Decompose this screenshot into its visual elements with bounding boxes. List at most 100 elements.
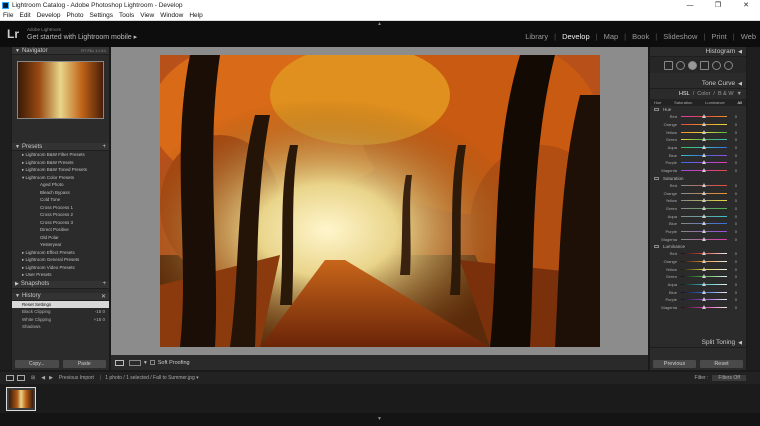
split-toning-header[interactable]: Split Toning ◀ [650,338,746,348]
slider-thumb[interactable] [702,228,706,233]
forward-arrow-icon[interactable]: ▶ [49,375,53,381]
hsl-slider-row[interactable]: Orange 0 [650,121,746,129]
navigator-header[interactable]: ▼ Navigator FIT FILL 1:1 3:1 [12,47,109,55]
module-slideshow[interactable]: Slideshow [663,32,697,41]
slider-thumb[interactable] [702,122,706,127]
slider-thumb[interactable] [702,305,706,310]
hsl-slider-row[interactable]: Purple 0 [650,296,746,304]
module-map[interactable]: Map [604,32,619,41]
history-header[interactable]: ▼ History ✕ [12,292,109,301]
module-library[interactable]: Library [525,32,548,41]
preset-item[interactable]: Cross Process 1 [12,204,109,212]
slider-value[interactable]: 0 [727,198,737,203]
preset-item[interactable]: Direct Positive [12,226,109,234]
slider-thumb[interactable] [702,152,706,157]
collapse-icon[interactable]: ▼ [737,91,742,97]
adjustment-brush-icon[interactable] [723,60,733,70]
close-button[interactable]: ✕ [732,1,760,9]
hsl-slider-row[interactable]: Red 0 [650,250,746,258]
preset-folder[interactable]: ▸ Lightroom B&W Presets [12,159,109,167]
main-photo[interactable] [160,55,600,347]
preset-folder[interactable]: ▸ User Presets [12,271,109,279]
slider-value[interactable]: 0 [727,160,737,165]
soft-proofing-checkbox[interactable] [149,360,155,365]
reset-button[interactable]: Reset [700,360,743,368]
history-item[interactable]: Shadows [12,323,109,331]
paste-button[interactable]: Paste [62,360,106,368]
slider-track[interactable] [681,160,727,165]
preset-folder[interactable]: ▸ Lightroom General Presets [12,256,109,264]
subtab-saturation[interactable]: Saturation [674,100,692,105]
filter-dropdown[interactable]: Filters Off [712,375,746,381]
snapshots-header[interactable]: ▶ Snapshots + [12,280,109,289]
slider-thumb[interactable] [702,251,706,256]
slider-track[interactable] [681,145,727,150]
slider-value[interactable]: 0 [727,274,737,279]
hsl-slider-row[interactable]: Blue 0 [650,220,746,228]
slider-value[interactable]: 0 [727,259,737,264]
navigator-preview[interactable] [17,61,104,119]
preset-item[interactable]: Aged Photo [12,181,109,189]
slider-value[interactable]: 0 [727,290,737,295]
module-book[interactable]: Book [632,32,649,41]
main-window-icon[interactable] [6,375,14,381]
hsl-slider-row[interactable]: Blue 0 [650,151,746,159]
slider-value[interactable]: 0 [727,191,737,196]
history-item[interactable]: White Clipping +15 0 [12,316,109,324]
hsl-slider-row[interactable]: Aqua 0 [650,281,746,289]
filmstrip-source[interactable]: Previous Import [59,375,94,381]
filmstrip-thumbnail[interactable] [6,387,36,411]
slider-thumb[interactable] [702,168,706,173]
slider-track[interactable] [681,213,727,218]
graduated-filter-icon[interactable] [699,60,709,70]
slider-track[interactable] [681,114,727,119]
hsl-slider-row[interactable]: Purple 0 [650,159,746,167]
slider-thumb[interactable] [702,145,706,150]
target-adjust-icon[interactable] [654,108,659,111]
slider-track[interactable] [681,236,727,241]
hsl-slider-row[interactable]: Orange 0 [650,258,746,266]
hsl-slider-row[interactable]: Magenta 0 [650,167,746,175]
slider-value[interactable]: 0 [727,251,737,256]
module-develop[interactable]: Develop [562,32,590,41]
hsl-slider-row[interactable]: Aqua 0 [650,212,746,220]
slider-track[interactable] [681,190,727,195]
slider-value[interactable]: 0 [727,122,737,127]
preset-item[interactable]: Cold Tone [12,196,109,204]
slider-thumb[interactable] [702,213,706,218]
menu-help[interactable]: Help [189,12,202,19]
slider-track[interactable] [681,289,727,294]
slider-track[interactable] [681,305,727,310]
second-window-icon[interactable] [17,375,25,381]
bottom-panel-toggle-icon[interactable]: ▼ [377,416,382,422]
right-panel-toggle-strip[interactable] [747,47,760,370]
hsl-slider-row[interactable]: Green 0 [650,205,746,213]
chevron-down-icon[interactable]: ▾ [144,360,147,366]
slider-value[interactable]: 0 [727,267,737,272]
preset-folder[interactable]: ▸ Lightroom B&W Filter Presets [12,151,109,159]
slider-track[interactable] [681,259,727,264]
preset-item[interactable]: Old Polar [12,234,109,242]
loupe-view-icon[interactable] [115,359,124,366]
hsl-slider-row[interactable]: Yellow 0 [650,128,746,136]
slider-thumb[interactable] [702,137,706,142]
slider-value[interactable]: 0 [727,305,737,310]
tone-curve-header[interactable]: Tone Curve ◀ [650,79,746,89]
hsl-slider-row[interactable]: Red 0 [650,113,746,121]
preset-item[interactable]: Cross Process 3 [12,219,109,227]
slider-value[interactable]: 0 [727,145,737,150]
slider-value[interactable]: 0 [727,214,737,219]
presets-header[interactable]: ▼ Presets + [12,143,109,151]
hsl-slider-row[interactable]: Aqua 0 [650,144,746,152]
slider-thumb[interactable] [702,274,706,279]
history-item[interactable]: Black Clipping -15 0 [12,308,109,316]
slider-thumb[interactable] [702,221,706,226]
slider-track[interactable] [681,198,727,203]
slider-thumb[interactable] [702,190,706,195]
slider-thumb[interactable] [702,259,706,264]
menu-settings[interactable]: Settings [90,12,114,19]
slider-value[interactable]: 0 [727,130,737,135]
menu-photo[interactable]: Photo [67,12,84,19]
before-after-icon[interactable] [129,359,141,366]
add-preset-icon[interactable]: + [102,144,106,150]
